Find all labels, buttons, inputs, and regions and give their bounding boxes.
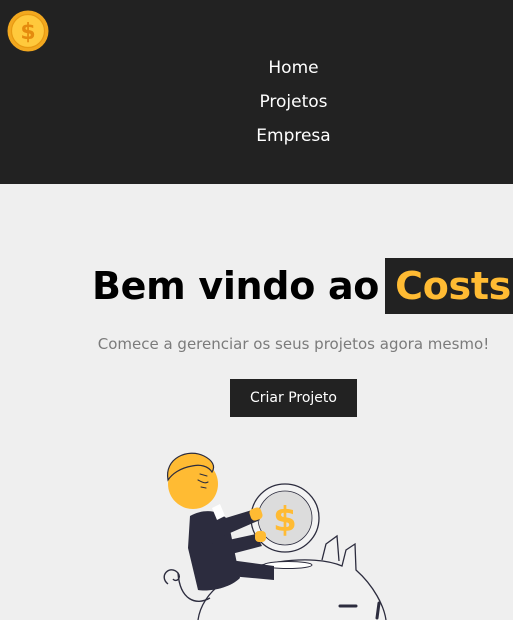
nav-link-home[interactable]: Home (268, 58, 318, 78)
hero-title-prefix: Bem vindo ao (92, 264, 380, 308)
navbar: $ Home Projetos Empresa (0, 0, 513, 184)
nav-item-empresa: Empresa (0, 124, 513, 158)
nav-link-projetos[interactable]: Projetos (259, 92, 327, 112)
create-project-button[interactable]: Criar Projeto (230, 379, 357, 417)
svg-text:$: $ (273, 500, 297, 540)
brand-highlight: Costs (385, 258, 513, 314)
nav-item-home: Home (0, 56, 513, 90)
svg-text:$: $ (20, 20, 35, 45)
nav-list: Home Projetos Empresa (0, 56, 513, 158)
nav-item-projetos: Projetos (0, 90, 513, 124)
hero-subtitle: Comece a gerenciar os seus projetos agor… (97, 335, 490, 353)
nav-link-empresa[interactable]: Empresa (256, 126, 330, 146)
coin-logo-icon[interactable]: $ (7, 10, 49, 52)
hero-title: Bem vindo ao Costs (92, 258, 513, 314)
savings-illustration: $ (163, 452, 387, 620)
